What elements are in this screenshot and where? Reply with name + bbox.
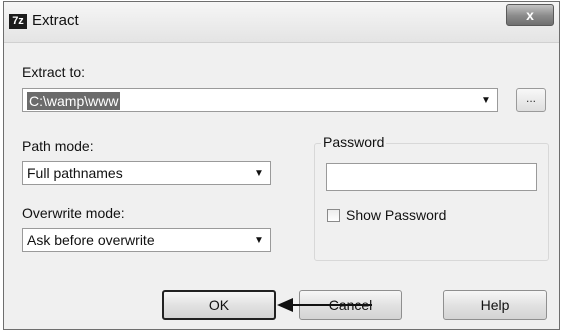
dropdown-arrow-icon[interactable]: ▼ [252,229,266,251]
browse-button[interactable]: ... [516,88,546,112]
path-mode-value: Full pathnames [27,165,123,181]
window-title: Extract [32,12,79,29]
close-icon: x [526,7,534,23]
app-7zip-icon: 7z [9,14,27,29]
ok-button[interactable]: OK [162,290,276,320]
overwrite-mode-dropdown[interactable]: Ask before overwrite ▼ [22,228,271,252]
path-mode-dropdown[interactable]: Full pathnames ▼ [22,161,271,185]
overwrite-mode-label: Overwrite mode: [22,205,125,221]
overwrite-mode-value: Ask before overwrite [27,232,155,248]
close-button[interactable]: x [506,4,554,26]
title-bar: 7z Extract x [4,2,559,43]
path-mode-label: Path mode: [22,138,94,154]
cancel-button[interactable]: Cancel [299,290,402,320]
extract-to-value[interactable]: C:\wamp\www [27,92,121,110]
extract-to-combobox[interactable]: C:\wamp\www ▼ [22,88,498,112]
password-group-label: Password [321,134,387,150]
dropdown-arrow-icon[interactable]: ▼ [252,162,266,184]
password-group: Password [314,134,549,261]
show-password-checkbox[interactable] [327,209,340,222]
password-input[interactable] [326,163,537,191]
show-password-label[interactable]: Show Password [346,207,446,223]
extract-to-label: Extract to: [22,64,86,80]
dropdown-arrow-icon[interactable]: ▼ [479,89,493,111]
help-button[interactable]: Help [443,290,547,320]
